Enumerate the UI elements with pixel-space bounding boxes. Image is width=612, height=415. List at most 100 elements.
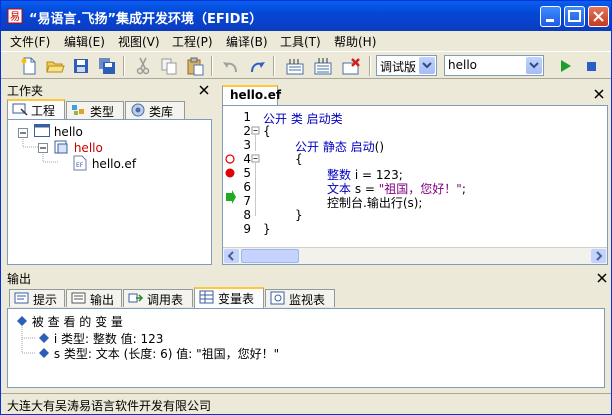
- menu-view[interactable]: 视图(V): [118, 33, 160, 50]
- chevron-down-icon: [529, 62, 539, 69]
- build-all-button[interactable]: [312, 55, 334, 77]
- workspace-icon: [34, 124, 50, 137]
- variables-root[interactable]: 被 查 看 的 变 量: [16, 313, 123, 330]
- tree-toggle-project[interactable]: [38, 142, 48, 156]
- tab-library[interactable]: 类库: [125, 101, 185, 119]
- workspace-close-button[interactable]: [199, 81, 209, 99]
- code-keyword: 公开 静态 启动: [295, 140, 375, 154]
- build-mode-value: 调试版: [380, 60, 417, 74]
- workspace-tabs: 工程 类型 类库: [5, 99, 213, 120]
- stop-button[interactable]: [581, 55, 603, 77]
- menu-file[interactable]: 文件(F): [10, 33, 50, 50]
- breakpoint-disabled-icon: [225, 154, 235, 164]
- menu-build[interactable]: 编译(B): [226, 33, 268, 50]
- menu-help[interactable]: 帮助(H): [334, 33, 376, 50]
- tab-hello-ef[interactable]: hello.ef: [222, 85, 282, 106]
- folder-open-icon: [46, 61, 65, 73]
- compile-button[interactable]: [284, 55, 306, 77]
- editor-tab-label: hello.ef: [230, 88, 282, 102]
- toolbar-separator: [369, 56, 371, 76]
- output-title: 输出: [7, 272, 32, 286]
- new-file-icon: [21, 57, 36, 75]
- tree-root-label: hello: [53, 125, 83, 139]
- cut-button[interactable]: [132, 55, 154, 77]
- editor-close-button[interactable]: [594, 88, 604, 102]
- tab-output[interactable]: 输出: [66, 289, 122, 307]
- save-button[interactable]: [70, 55, 92, 77]
- code-line-7: 控制台.输出行(s);: [327, 196, 423, 210]
- tab-project-label: 工程: [31, 104, 56, 118]
- svg-text:EF: EF: [76, 162, 84, 169]
- clean-icon: [342, 58, 360, 75]
- save-all-button[interactable]: [96, 55, 118, 77]
- new-file-button[interactable]: [18, 55, 40, 77]
- variables-view: 被 查 看 的 变 量 i 类型: 整数 值: 123 s 类型: 文本 (长度…: [7, 308, 605, 388]
- diamond-icon: [17, 316, 27, 326]
- code-line-2: {: [263, 124, 271, 138]
- title-bar[interactable]: 易 “易语言.飞扬”集成开发环境（EFIDE）: [1, 1, 611, 31]
- toolbar: 调试版 hello: [1, 51, 611, 79]
- build-mode-dropdown[interactable]: [419, 57, 435, 74]
- library-icon: [131, 103, 145, 117]
- paste-icon: [187, 57, 204, 76]
- project-icon: [12, 103, 28, 116]
- chevron-right-icon: [596, 251, 603, 261]
- tab-types[interactable]: 类型: [66, 101, 124, 119]
- clean-button[interactable]: [340, 55, 362, 77]
- toolbar-separator: [123, 56, 125, 76]
- horizontal-scrollbar[interactable]: [223, 247, 607, 264]
- project-select[interactable]: hello: [444, 55, 544, 76]
- code-line-8: }: [295, 208, 303, 222]
- tab-variables[interactable]: 变量表: [194, 287, 264, 308]
- source-file-icon: EF: [73, 155, 87, 171]
- close-icon: [594, 89, 604, 99]
- chevron-down-icon: [422, 62, 432, 69]
- tab-project[interactable]: 工程: [7, 99, 65, 120]
- code-editor[interactable]: 1 2 3 4 5 6 7 8 9 公开 类 启动类 { 公开 静态 启动() …: [222, 105, 608, 265]
- redo-icon: [251, 62, 265, 73]
- breakpoint-icon: [225, 168, 235, 178]
- maximize-icon: [568, 10, 581, 22]
- run-button[interactable]: [554, 55, 576, 77]
- build-mode-select[interactable]: 调试版: [376, 55, 437, 76]
- diamond-icon: [39, 348, 49, 358]
- tree-toggle-root[interactable]: [18, 127, 28, 141]
- scroll-left-button[interactable]: [224, 249, 239, 263]
- output-close-button[interactable]: [597, 269, 607, 287]
- scissors-icon: [136, 57, 150, 75]
- scroll-right-button[interactable]: [591, 249, 606, 263]
- chevron-left-icon: [227, 251, 234, 261]
- watch-icon: [270, 291, 285, 305]
- tab-output-label: 输出: [90, 293, 115, 307]
- tree-item-root[interactable]: hello: [34, 124, 83, 139]
- svg-text:易: 易: [10, 11, 20, 23]
- tab-call-stack[interactable]: 调用表: [123, 289, 193, 307]
- tab-watch[interactable]: 监视表: [265, 289, 335, 307]
- stop-icon: [587, 62, 596, 71]
- open-folder-button[interactable]: [44, 55, 66, 77]
- tree-item-project[interactable]: hello: [54, 140, 103, 155]
- copy-button[interactable]: [158, 55, 180, 77]
- variable-row[interactable]: s 类型: 文本 (长度: 6) 值: "祖国，您好！": [38, 345, 279, 362]
- variables-icon: [199, 290, 214, 304]
- tab-hints[interactable]: 提示: [9, 289, 65, 307]
- redo-button[interactable]: [246, 55, 268, 77]
- menu-project[interactable]: 工程(P): [172, 33, 213, 50]
- project-tree: hello hello EF hello.ef: [7, 119, 212, 265]
- minimize-button[interactable]: [540, 6, 561, 27]
- tree-item-file[interactable]: EF hello.ef: [72, 155, 136, 171]
- execution-arrow-icon: [226, 190, 236, 204]
- code-text: ;: [461, 182, 466, 196]
- code-line-4: {: [295, 152, 303, 166]
- build-all-icon: [314, 58, 332, 75]
- undo-button[interactable]: [220, 55, 242, 77]
- maximize-button[interactable]: [564, 6, 585, 27]
- close-icon: [597, 273, 607, 283]
- close-button[interactable]: [588, 6, 609, 27]
- menu-tools[interactable]: 工具(T): [280, 33, 321, 50]
- paste-button[interactable]: [184, 55, 206, 77]
- output-icon: [71, 292, 86, 304]
- scroll-thumb[interactable]: [241, 249, 299, 263]
- menu-edit[interactable]: 编辑(E): [64, 33, 105, 50]
- project-select-dropdown[interactable]: [526, 57, 542, 74]
